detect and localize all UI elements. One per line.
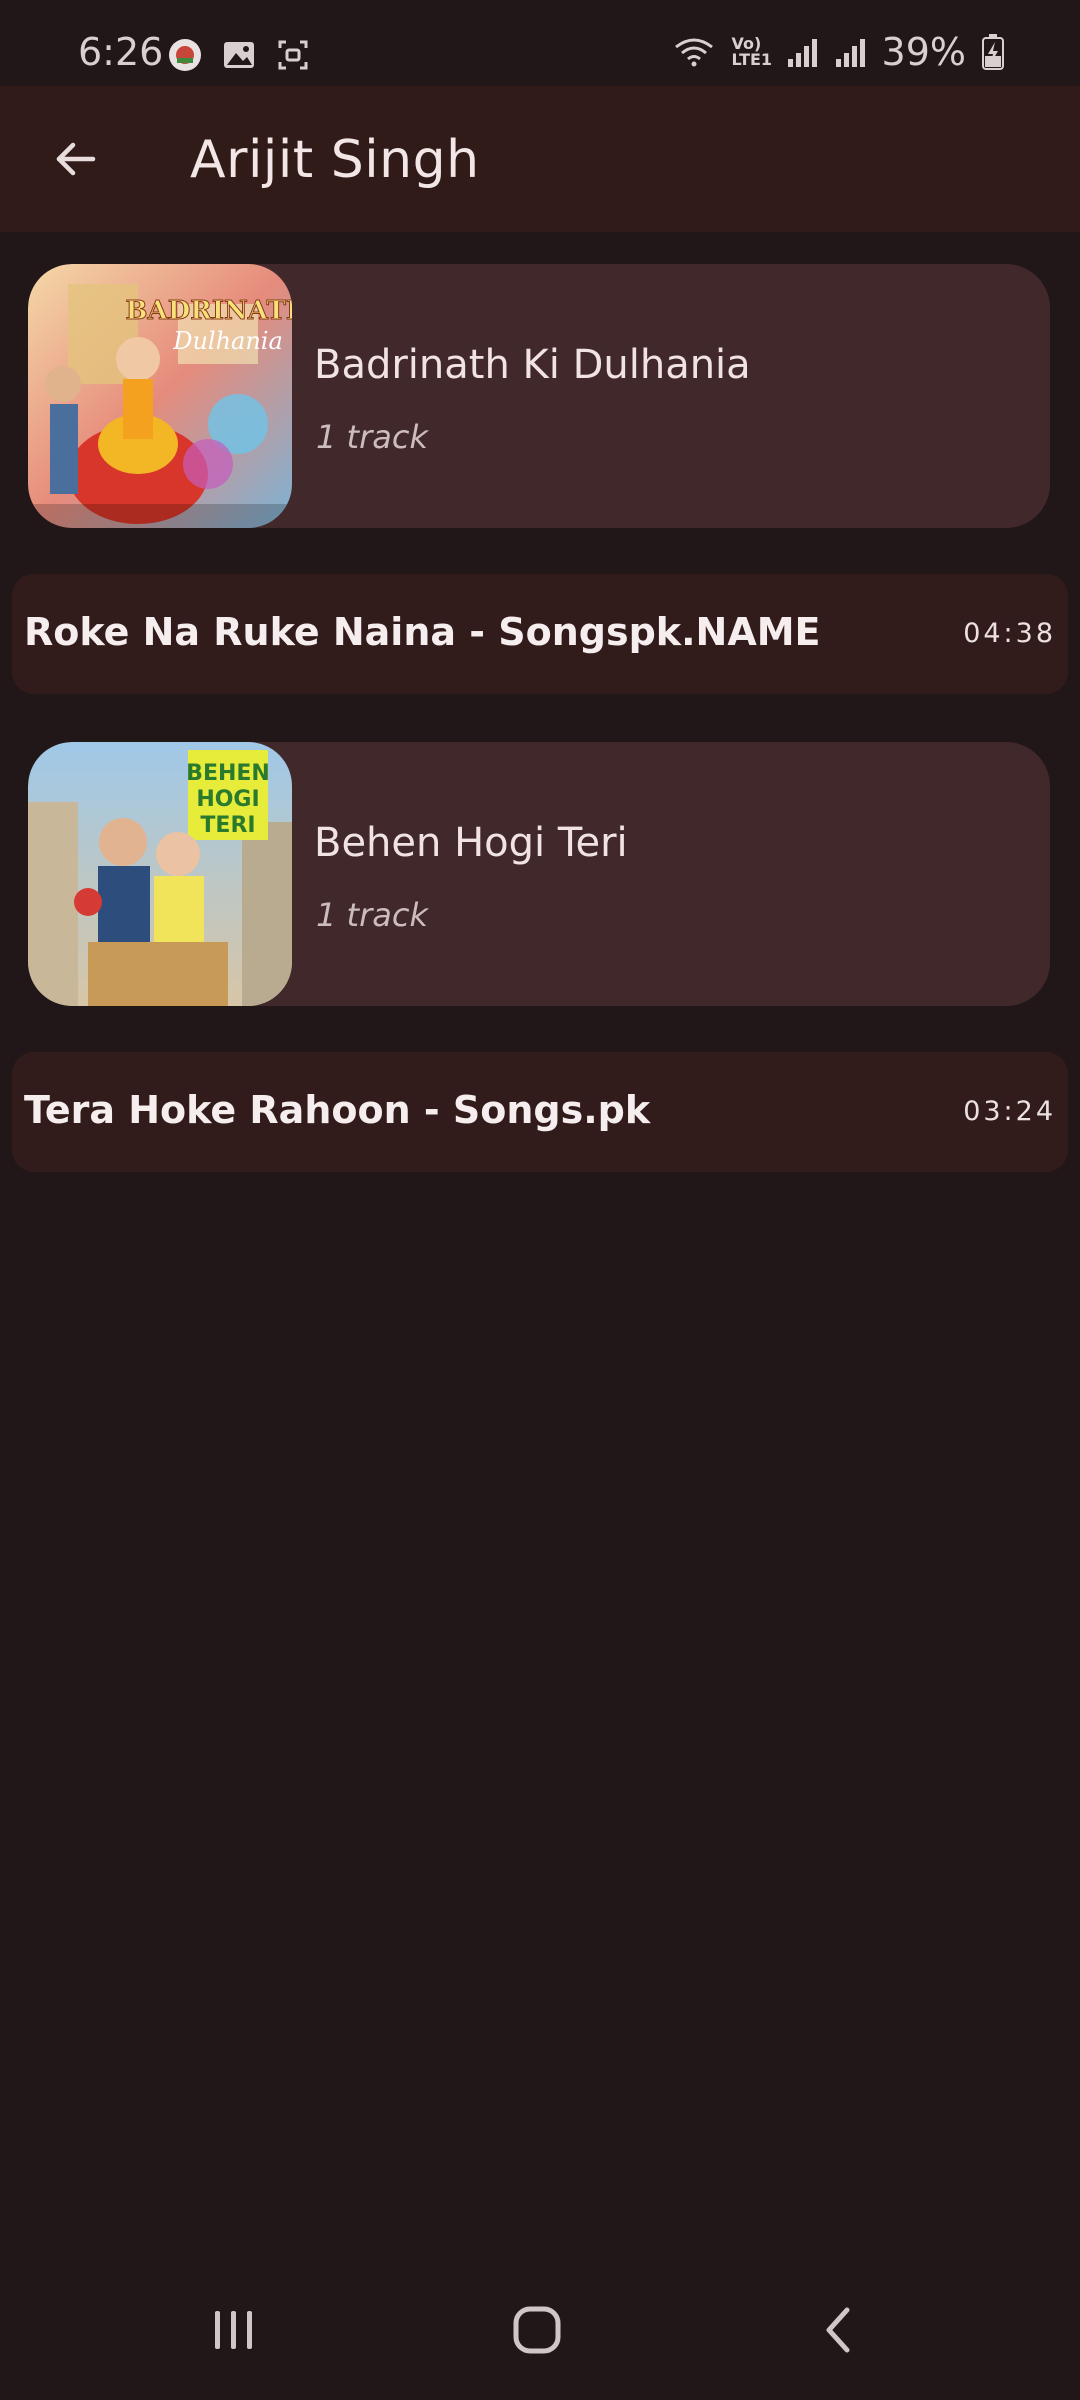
arrow-back-icon [56,142,96,176]
signal-icon-2 [835,39,865,67]
wifi-icon [674,38,713,67]
battery-percent: 39% [881,30,966,74]
svg-text:TERI: TERI [200,813,255,838]
gallery-icon [224,42,254,68]
recents-icon [215,2311,252,2349]
track-title: Roke Na Ruke Naina - Songspk.NAME [24,610,821,654]
track-title: Tera Hoke Rahoon - Songs.pk [24,1088,651,1132]
status-bar: 6:26 Vo) LTE1 39% [0,0,1080,86]
battery-charging-icon [982,34,1004,70]
app-notification-icon [169,39,201,71]
svg-text:BEHEN: BEHEN [186,761,270,786]
back-button[interactable] [38,122,112,196]
status-right: Vo) LTE1 39% [672,30,1004,74]
nav-back-icon [826,2307,850,2353]
track-duration: 04:38 [963,618,1056,649]
recents-button[interactable] [194,2300,274,2360]
svg-text:HOGI: HOGI [196,787,259,812]
status-time: 6:26 [78,30,164,74]
home-button[interactable] [497,2300,577,2360]
album-track-count: 1 track [316,896,428,934]
album-name: Badrinath Ki Dulhania [314,342,751,388]
nav-back-button[interactable] [799,2300,879,2360]
track-row[interactable]: Tera Hoke Rahoon - Songs.pk 03:24 [12,1052,1068,1172]
album-track-count: 1 track [316,418,428,456]
network-type-label: Vo) LTE1 [731,34,773,69]
app-bar: Arijit Singh [0,86,1080,232]
svg-text:Dulhania: Dulhania [172,327,283,355]
album-card-badrinath[interactable]: BADRINATH Dulhania Badrinath Ki Dulhania… [28,264,1050,528]
signal-icon-1 [787,39,817,67]
album-art-title: BADRINATH [126,296,292,326]
album-art: BADRINATH Dulhania [28,264,292,528]
album-card-behen-hogi-teri[interactable]: BEHEN HOGI TERI Behen Hogi Teri 1 track [28,742,1050,1006]
home-icon [513,2306,561,2354]
track-duration: 03:24 [963,1096,1056,1127]
screen: 6:26 Vo) LTE1 39% Arijit Singh BADRINATH… [0,0,1080,2400]
system-nav-bar [0,2260,1080,2400]
notification-icons [168,38,310,72]
screenshot-icon [278,40,308,70]
page-title: Arijit Singh [190,130,480,190]
album-art: BEHEN HOGI TERI [28,742,292,1006]
track-row[interactable]: Roke Na Ruke Naina - Songspk.NAME 04:38 [12,574,1068,694]
album-name: Behen Hogi Teri [314,820,628,866]
